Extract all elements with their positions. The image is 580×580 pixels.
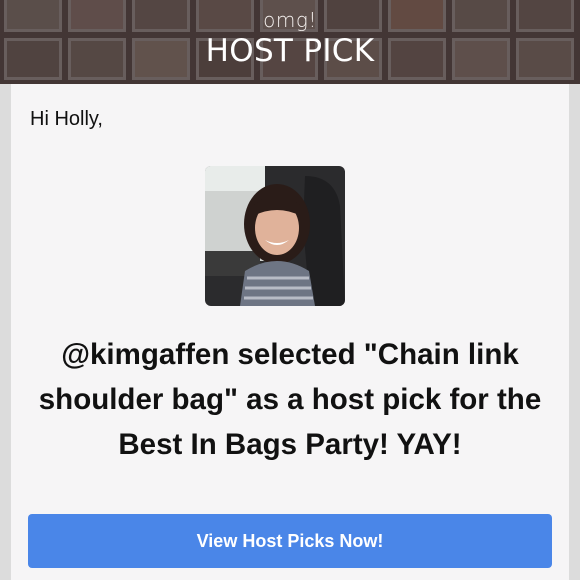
host-pick-message: @kimgaffen selected "Chain link shoulder… bbox=[38, 338, 542, 461]
greeting-text: Hi Holly, bbox=[30, 108, 103, 130]
view-host-picks-button[interactable]: View Host Picks Now! bbox=[28, 514, 552, 568]
host-pick-banner: omg! HOST PICK bbox=[0, 0, 580, 84]
banner-subtitle: omg! bbox=[263, 8, 317, 32]
avatar-photo bbox=[205, 166, 345, 306]
email-view: omg! HOST PICK Hi Holly, @kimgaffen sele… bbox=[0, 0, 580, 580]
email-card: Hi Holly, @kimgaffen selected "Chain lin… bbox=[11, 84, 569, 580]
banner-title: HOST PICK bbox=[205, 33, 375, 69]
user-avatar[interactable] bbox=[205, 166, 345, 306]
